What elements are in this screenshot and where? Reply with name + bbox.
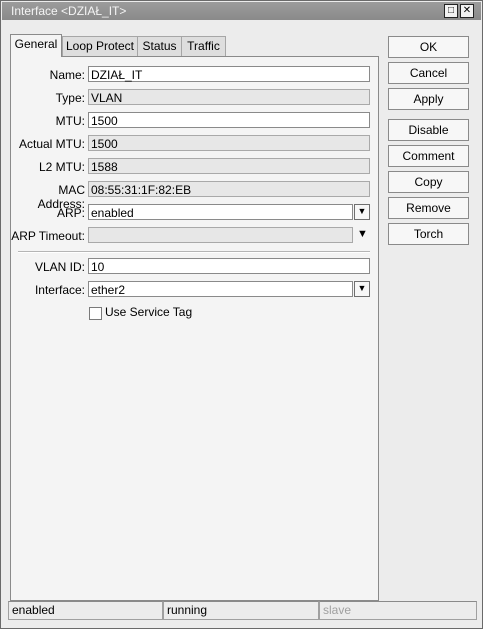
- tab-status[interactable]: Status: [137, 36, 182, 56]
- copy-button[interactable]: Copy: [388, 171, 469, 193]
- interface-window: Interface <DZIAŁ_IT> □ ✕ General Loop Pr…: [0, 0, 483, 629]
- type-label: Type:: [55, 91, 85, 105]
- separator: [18, 251, 370, 253]
- status-enabled: enabled: [8, 601, 163, 620]
- arp-label: ARP:: [56, 206, 85, 220]
- name-label: Name:: [49, 68, 85, 82]
- interface-dropdown-icon[interactable]: ▼: [354, 281, 370, 297]
- status-slave: slave: [319, 601, 477, 620]
- mtu-field[interactable]: 1500: [88, 112, 370, 128]
- tab-general[interactable]: General: [10, 34, 62, 57]
- maximize-icon[interactable]: □: [444, 4, 458, 18]
- general-panel: Name: DZIAŁ_IT Type: VLAN MTU: 1500 Actu…: [10, 56, 379, 601]
- use-service-tag-checkbox[interactable]: [89, 307, 102, 320]
- type-field: VLAN: [88, 89, 370, 105]
- tab-traffic[interactable]: Traffic: [181, 36, 226, 56]
- window-title: Interface <DZIAŁ_IT>: [11, 4, 127, 18]
- l2-mtu-field: 1588: [88, 158, 370, 174]
- arp-select[interactable]: enabled: [88, 204, 353, 220]
- torch-button[interactable]: Torch: [388, 223, 469, 245]
- comment-button[interactable]: Comment: [388, 145, 469, 167]
- use-service-tag-label: Use Service Tag: [105, 305, 193, 319]
- remove-button[interactable]: Remove: [388, 197, 469, 219]
- apply-button[interactable]: Apply: [388, 88, 469, 110]
- vlan-id-field[interactable]: 10: [88, 258, 370, 274]
- tab-loop-protect[interactable]: Loop Protect: [62, 36, 138, 56]
- mac-address-field: 08:55:31:1F:82:EB: [88, 181, 370, 197]
- name-field[interactable]: DZIAŁ_IT: [88, 66, 370, 82]
- vlan-id-label: VLAN ID:: [34, 260, 85, 274]
- status-running: running: [163, 601, 319, 620]
- interface-label: Interface:: [34, 283, 85, 297]
- ok-button[interactable]: OK: [388, 36, 469, 58]
- l2-mtu-label: L2 MTU:: [38, 160, 85, 174]
- arp-dropdown-icon[interactable]: ▼: [354, 204, 370, 220]
- mtu-label: MTU:: [55, 114, 85, 128]
- interface-select[interactable]: ether2: [88, 281, 353, 297]
- arp-timeout-expand-icon[interactable]: ▼: [357, 228, 368, 240]
- actual-mtu-label: Actual MTU:: [18, 137, 85, 151]
- close-icon[interactable]: ✕: [460, 4, 474, 18]
- status-bar: enabled running slave: [8, 601, 477, 620]
- disable-button[interactable]: Disable: [388, 119, 469, 141]
- cancel-button[interactable]: Cancel: [388, 62, 469, 84]
- arp-timeout-field: [88, 227, 353, 243]
- arp-timeout-label: ARP Timeout:: [11, 229, 85, 243]
- title-bar[interactable]: Interface <DZIAŁ_IT> □ ✕: [2, 2, 481, 20]
- actual-mtu-field: 1500: [88, 135, 370, 151]
